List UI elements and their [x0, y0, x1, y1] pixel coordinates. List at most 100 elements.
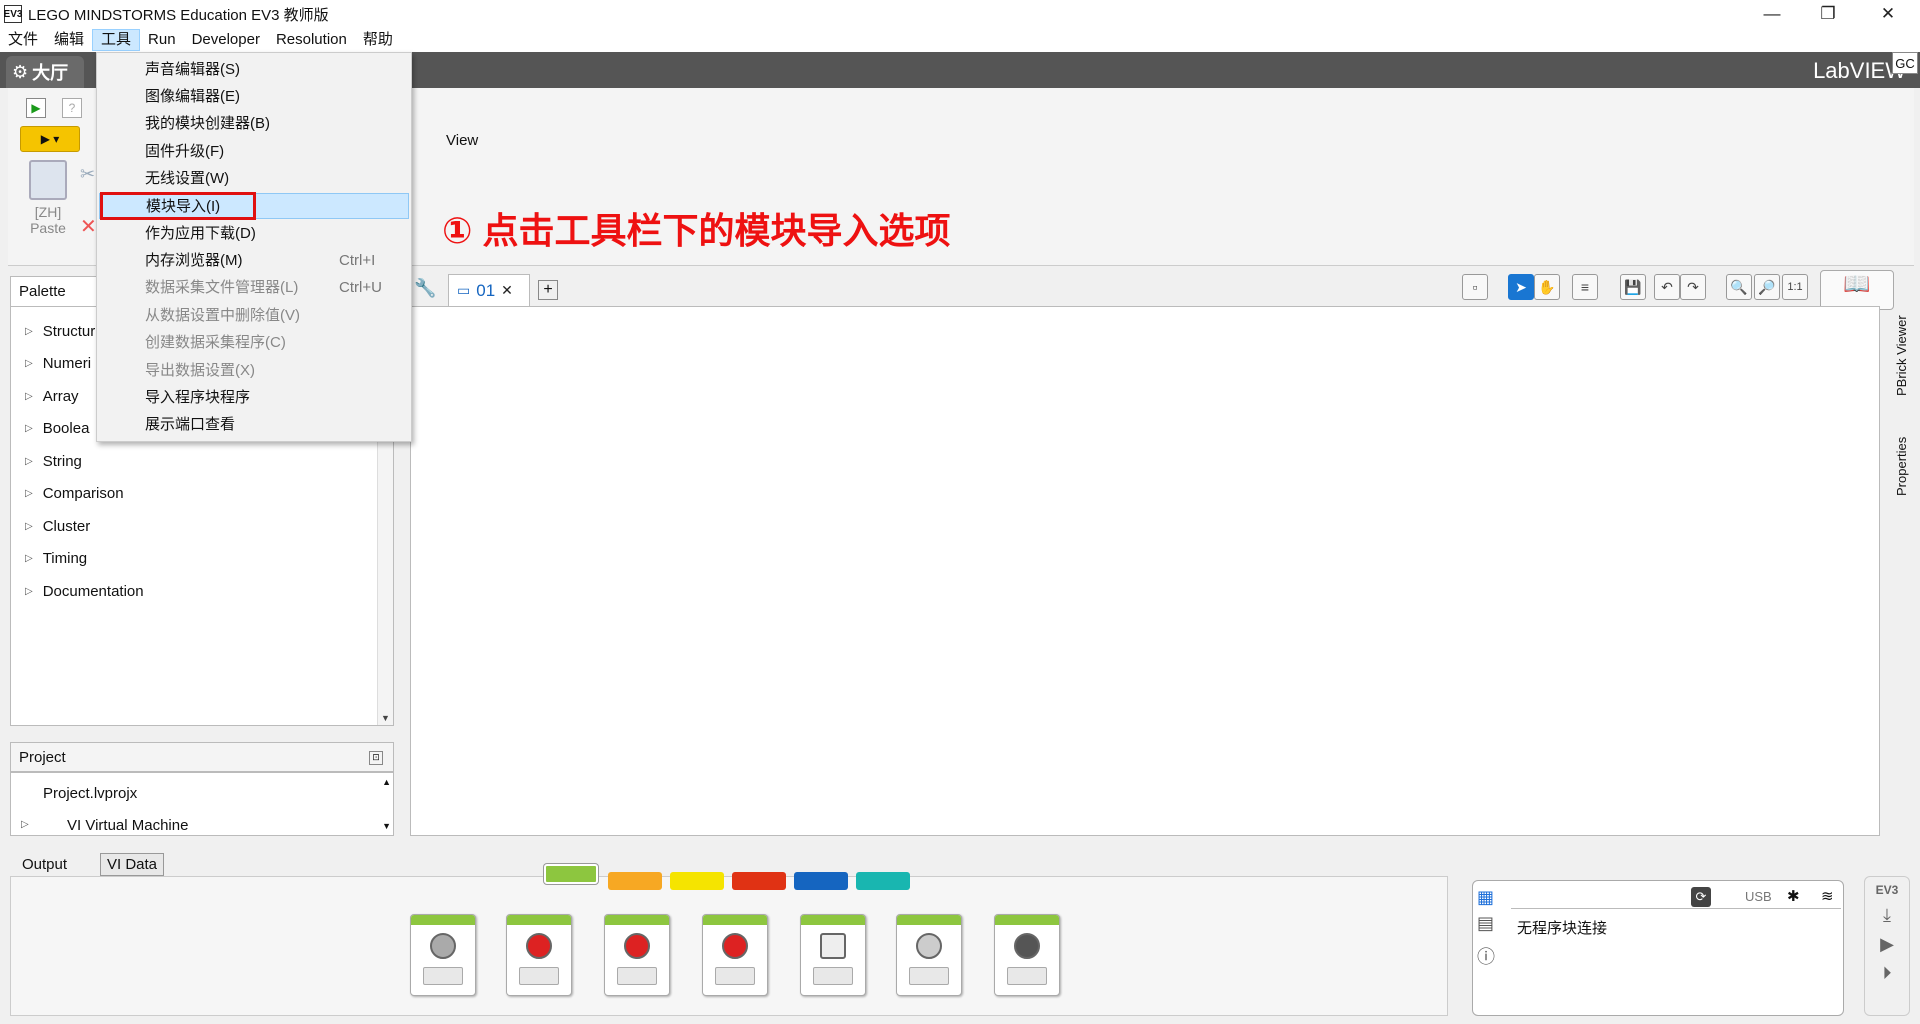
palette-item[interactable]: ▷ Array [25, 388, 79, 405]
palette-item[interactable]: ▷ Timing [25, 550, 87, 567]
palette-item[interactable]: ▷ String [25, 453, 82, 470]
menu-resolution[interactable]: Resolution [268, 29, 355, 51]
menu-item-sound-editor[interactable]: 声音编辑器(S) [99, 57, 409, 83]
text-tool-icon[interactable]: ≡ [1572, 274, 1598, 300]
select-tool-icon[interactable]: ➤ [1508, 274, 1534, 300]
sensor-palette-tab[interactable] [670, 872, 724, 890]
gc-badge[interactable]: GC [1892, 52, 1918, 74]
display-icon [820, 933, 846, 959]
palette-title: Palette [19, 283, 66, 300]
delete-icon[interactable]: ✕ [80, 214, 97, 239]
download-icon[interactable]: ⤓ [1865, 905, 1909, 926]
close-tab-icon[interactable]: ✕ [501, 282, 513, 299]
palette-item[interactable]: ▷ Documentation [25, 583, 144, 600]
comment-icon[interactable]: ▫ [1462, 274, 1488, 300]
move-steering-block[interactable] [604, 914, 670, 996]
menu-help[interactable]: 帮助 [355, 29, 401, 51]
large-motor-block[interactable] [506, 914, 572, 996]
cut-icon[interactable]: ✂ [80, 164, 95, 185]
palette-item[interactable]: ▷ Boolea [25, 420, 89, 437]
redo-icon[interactable]: ↷ [1680, 274, 1706, 300]
help-icon[interactable]: ? [62, 98, 82, 118]
lobby-tab[interactable]: ⚙ 大厅 [6, 56, 84, 88]
close-button[interactable]: ✕ [1860, 0, 1916, 28]
menu-tools[interactable]: 工具 [92, 29, 141, 51]
menu-item-image-editor[interactable]: 图像编辑器(E) [99, 84, 409, 110]
program-tab[interactable]: ▭ 01 ✕ [448, 274, 530, 306]
undo-icon[interactable]: ↶ [1654, 274, 1680, 300]
action-palette-tab[interactable] [544, 864, 598, 884]
save-icon[interactable]: 💾 [1620, 274, 1646, 300]
gear-icon: ⚙ [12, 61, 29, 82]
menu-item-my-block-builder[interactable]: 我的模块创建器(B) [99, 111, 409, 137]
advanced-palette-tab[interactable] [794, 872, 848, 890]
scroll-down-icon[interactable]: ▼ [382, 821, 391, 831]
run-selected-icon[interactable]: ⏵ [1865, 963, 1909, 984]
menu-developer[interactable]: Developer [184, 29, 268, 51]
display-block[interactable] [800, 914, 866, 996]
menu-item-label: 我的模块创建器(B) [145, 115, 270, 132]
title-bar: EV3 LEGO MINDSTORMS Education EV3 教师版 — … [0, 0, 1920, 28]
expand-icon[interactable]: ▷ [21, 819, 29, 830]
sound-block[interactable] [896, 914, 962, 996]
download-run-icon[interactable]: ▶ [1865, 934, 1909, 955]
wrench-icon[interactable]: 🔧 [414, 278, 436, 299]
view-menu[interactable]: View [446, 132, 478, 149]
scroll-down-icon[interactable]: ▼ [381, 713, 390, 723]
menu-item-wireless-setup[interactable]: 无线设置(W) [99, 166, 409, 192]
run-icon[interactable]: ▶ [26, 98, 46, 118]
zoom-out-icon[interactable]: 🔍 [1726, 274, 1752, 300]
medium-motor-block[interactable] [410, 914, 476, 996]
speaker-icon [916, 933, 942, 959]
palette-item[interactable]: ▷ Structur [25, 323, 95, 340]
myblocks-palette-tab[interactable] [856, 872, 910, 890]
available-bricks-icon[interactable]: ⓘ [1477, 943, 1507, 973]
restore-button[interactable]: ❐ [1800, 0, 1856, 28]
menu-item-port-view[interactable]: 展示端口查看 [99, 412, 409, 438]
run-dropdown-icon[interactable]: ▶ ▾ [20, 126, 80, 152]
palette-item[interactable]: ▷ Numeri [25, 355, 91, 372]
content-editor-icon[interactable]: 📖 [1820, 270, 1894, 310]
data-palette-tab[interactable] [732, 872, 786, 890]
menu-run[interactable]: Run [140, 29, 184, 51]
menu-item-import-brick-program[interactable]: 导入程序块程序 [99, 385, 409, 411]
vi-data-tab[interactable]: VI Data [100, 853, 165, 876]
minimize-button[interactable]: — [1744, 0, 1800, 28]
pan-tool-icon[interactable]: ✋ [1534, 274, 1560, 300]
pbrick-viewer-tab[interactable]: PBrick Viewer [1894, 315, 1909, 396]
wifi-icon[interactable]: ≋ [1821, 887, 1834, 905]
menu-item-label: 导入程序块程序 [145, 389, 251, 406]
port-view-icon[interactable]: ▤ [1477, 913, 1507, 943]
palette-item[interactable]: ▷ Comparison [25, 485, 124, 502]
ev3-label: EV3 [1875, 883, 1899, 897]
menu-item-memory-browser[interactable]: 内存浏览器(M) Ctrl+I [99, 248, 409, 274]
menu-item-firmware-update[interactable]: 固件升级(F) [99, 139, 409, 165]
output-tab[interactable]: Output [22, 856, 67, 873]
menu-edit[interactable]: 编辑 [46, 29, 92, 51]
zoom-in-icon[interactable]: 🔎 [1754, 274, 1780, 300]
refresh-icon[interactable]: ⟳ [1691, 887, 1711, 907]
properties-tab[interactable]: Properties [1894, 437, 1909, 496]
flow-palette-tab[interactable] [608, 872, 662, 890]
pin-icon[interactable]: ⊡ [369, 751, 383, 765]
expand-icon: ▷ [25, 326, 33, 337]
programming-canvas[interactable] [410, 306, 1880, 836]
project-item[interactable]: Project.lvprojx [43, 785, 137, 802]
brick-light-block[interactable] [994, 914, 1060, 996]
zoom-reset-button[interactable]: 1:1 [1782, 274, 1808, 300]
palette-item[interactable]: ▷ Cluster [25, 518, 90, 535]
palette-item-label: Structur [42, 323, 96, 340]
paste-button[interactable]: [ZH] Paste [20, 160, 76, 240]
hardware-side-tabs: ▦ ▤ ⓘ [1477, 887, 1507, 1011]
brick-info-icon[interactable]: ▦ [1477, 887, 1507, 913]
menu-file[interactable]: 文件 [0, 29, 46, 51]
expand-icon: ▷ [25, 423, 33, 434]
project-item[interactable]: VI Virtual Machine [67, 817, 188, 834]
project-panel: Project.lvprojx ▷ VI Virtual Machine ▲ ▼ [10, 772, 394, 836]
menu-item-download-as-app[interactable]: 作为应用下载(D) [99, 221, 409, 247]
menu-item-shortcut: Ctrl+U [339, 279, 382, 296]
scroll-up-icon[interactable]: ▲ [382, 777, 391, 787]
add-tab-button[interactable]: + [538, 280, 558, 300]
move-tank-block[interactable] [702, 914, 768, 996]
bluetooth-icon[interactable]: ✱ [1787, 887, 1800, 905]
